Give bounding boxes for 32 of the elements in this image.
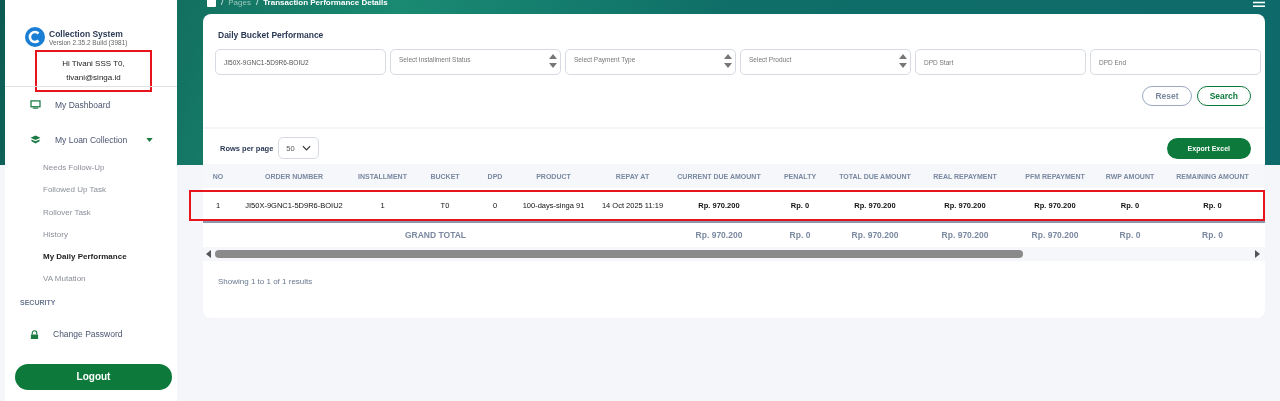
logout-button[interactable]: Logout bbox=[15, 363, 172, 390]
lock-icon bbox=[30, 329, 39, 339]
submenu-item[interactable]: Needs Follow-Up bbox=[5, 157, 177, 180]
card-title: Daily Bucket Performance bbox=[217, 29, 325, 40]
breadcrumb-separator: / bbox=[255, 0, 259, 7]
breadcrumb-separator: / bbox=[221, 0, 224, 7]
submenu-item[interactable]: VA Mutation bbox=[5, 268, 177, 291]
menu-item[interactable]: Change Password bbox=[5, 316, 177, 352]
submenu-item[interactable]: Followed Up Task bbox=[5, 179, 177, 202]
spinner-arrows-icon bbox=[549, 53, 557, 69]
breadcrumb-link[interactable]: Pages bbox=[228, 0, 251, 7]
scroll-right-icon[interactable] bbox=[1255, 250, 1260, 258]
breadcrumb-current: Transaction Performance Details bbox=[263, 0, 388, 7]
menu-item[interactable]: My Loan Collection bbox=[5, 122, 177, 157]
home-icon bbox=[207, 0, 216, 7]
reset-button[interactable]: Reset bbox=[1142, 86, 1192, 106]
submenu-item[interactable]: My Daily Performance bbox=[5, 246, 177, 269]
app-name: Collection System bbox=[49, 28, 124, 39]
spinner-arrows-icon bbox=[724, 53, 732, 69]
spinner-arrows-icon bbox=[899, 53, 907, 69]
scroll-left-icon[interactable] bbox=[206, 250, 211, 258]
submenu-item[interactable]: Rollover Task bbox=[5, 201, 177, 224]
monitor-icon bbox=[30, 100, 41, 109]
stack-icon bbox=[30, 135, 41, 144]
logo-icon bbox=[25, 27, 45, 47]
results-summary: Showing 1 to 1 of 1 results bbox=[217, 276, 314, 286]
scrollbar-thumb[interactable] bbox=[215, 250, 1024, 258]
chevron-down-icon bbox=[301, 145, 311, 151]
submenu-item[interactable]: History bbox=[5, 223, 177, 247]
menu-icon[interactable] bbox=[1253, 0, 1265, 7]
search-button[interactable]: Search bbox=[1196, 86, 1251, 106]
caret-icon bbox=[146, 137, 153, 142]
